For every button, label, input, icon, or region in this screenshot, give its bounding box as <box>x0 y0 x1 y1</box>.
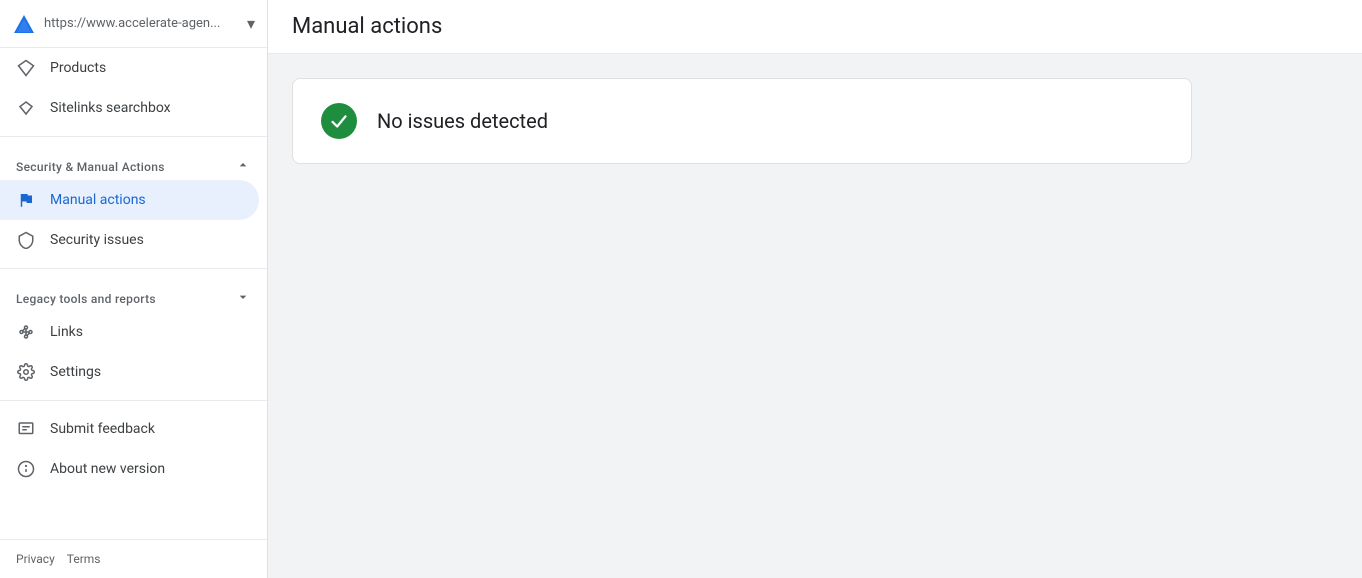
divider-1 <box>0 136 267 137</box>
settings-label: Settings <box>50 364 101 380</box>
security-issues-label: Security issues <box>50 232 144 248</box>
url-text: https://www.accelerate-agen... <box>44 16 239 31</box>
sidebar-item-security-issues[interactable]: Security issues <box>0 220 259 260</box>
terms-link[interactable]: Terms <box>67 552 101 566</box>
sidebar-item-products[interactable]: Products <box>0 48 259 88</box>
sidebar-footer: Privacy Terms <box>0 539 267 578</box>
page-title: Manual actions <box>292 14 442 39</box>
main-header: Manual actions <box>268 0 1362 54</box>
legacy-tools-label: Legacy tools and reports <box>16 292 156 306</box>
products-label: Products <box>50 60 106 76</box>
sidebar-item-about-new-version[interactable]: About new version <box>0 449 259 489</box>
url-bar: https://www.accelerate-agen... ▾ <box>0 0 267 48</box>
links-label: Links <box>50 324 83 340</box>
divider-3 <box>0 400 267 401</box>
divider-2 <box>0 268 267 269</box>
status-message: No issues detected <box>377 109 548 133</box>
manual-actions-label: Manual actions <box>50 192 146 208</box>
url-dropdown-icon[interactable]: ▾ <box>247 14 255 33</box>
about-new-version-label: About new version <box>50 461 165 477</box>
sidebar: https://www.accelerate-agen... ▾ Product… <box>0 0 268 578</box>
gsc-logo <box>12 12 36 36</box>
links-icon <box>16 322 36 342</box>
legacy-tools-header[interactable]: Legacy tools and reports <box>0 277 267 312</box>
sidebar-item-settings[interactable]: Settings <box>0 352 259 392</box>
check-circle-icon <box>321 103 357 139</box>
main-content-area: Manual actions No issues detected <box>268 0 1362 578</box>
feedback-icon <box>16 419 36 439</box>
sidebar-nav: Products Sitelinks searchbox Security & … <box>0 48 267 539</box>
security-manual-actions-header[interactable]: Security & Manual Actions <box>0 145 267 180</box>
submit-feedback-label: Submit feedback <box>50 421 155 437</box>
sidebar-item-links[interactable]: Links <box>0 312 259 352</box>
main-body: No issues detected <box>268 54 1362 578</box>
status-card: No issues detected <box>292 78 1192 164</box>
sidebar-item-manual-actions[interactable]: Manual actions <box>0 180 259 220</box>
security-manual-actions-label: Security & Manual Actions <box>16 160 165 174</box>
sitelinks-label: Sitelinks searchbox <box>50 100 171 116</box>
shield-icon <box>16 230 36 250</box>
gear-icon <box>16 362 36 382</box>
collapse-icon-security <box>235 157 251 176</box>
diamond-icon <box>16 58 36 78</box>
sidebar-item-submit-feedback[interactable]: Submit feedback <box>0 409 259 449</box>
flag-icon <box>16 190 36 210</box>
footer-links: Privacy Terms <box>0 544 267 574</box>
info-icon <box>16 459 36 479</box>
expand-icon-legacy <box>235 289 251 308</box>
sidebar-item-sitelinks-searchbox[interactable]: Sitelinks searchbox <box>0 88 259 128</box>
diamond-small-icon <box>16 98 36 118</box>
privacy-link[interactable]: Privacy <box>16 552 55 566</box>
